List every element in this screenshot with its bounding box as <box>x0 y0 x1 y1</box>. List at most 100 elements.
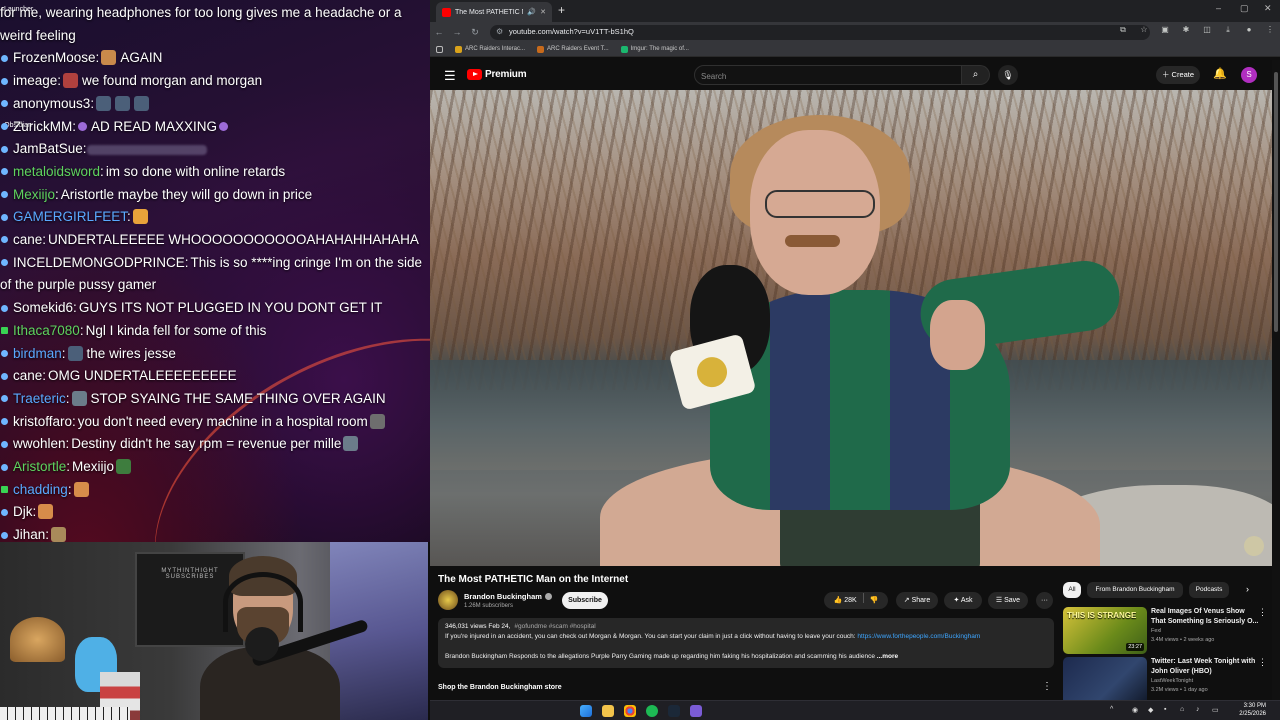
chat-username[interactable]: INCELDEMONGODPRINCE <box>13 255 185 270</box>
sidebar-icon[interactable]: ◫ <box>1201 25 1213 35</box>
spotify-icon[interactable] <box>646 705 658 717</box>
subscribe-button[interactable]: Subscribe <box>562 592 608 609</box>
chat-username[interactable]: kristoffaro <box>13 414 72 429</box>
install-app-icon[interactable]: ⧉ <box>1117 25 1129 35</box>
download-icon[interactable]: ⤓ <box>1222 25 1234 35</box>
like-button[interactable]: 👍 28K <box>834 597 857 604</box>
channel-name[interactable]: Brandon Buckingham <box>464 592 552 601</box>
youtube-premium-logo[interactable]: Premium <box>467 69 527 80</box>
chat-username[interactable]: Aristortle <box>13 459 66 474</box>
maximize-button[interactable]: ▢ <box>1240 3 1249 14</box>
bookmark-arc-raiders-interactive[interactable]: ARC Raiders Interac... <box>455 45 525 53</box>
site-info-icon[interactable]: ⚙ <box>496 27 503 36</box>
description-box[interactable]: 346,031 views Feb 24, #gofundme #scam #ho… <box>438 618 1054 668</box>
sponsor-link[interactable]: https://www.forthepeople.com/Buckingham <box>857 633 980 640</box>
forward-arrow-icon[interactable]: → <box>448 27 466 37</box>
hamburger-menu-icon[interactable]: ☰ <box>444 68 456 84</box>
page-scrollbar[interactable] <box>1272 60 1280 700</box>
tray-chevron-icon[interactable]: ^ <box>1110 706 1113 713</box>
chip-all[interactable]: All <box>1063 582 1081 598</box>
account-avatar[interactable]: S <box>1241 67 1257 83</box>
recommended-channel[interactable]: LastWeekTonight <box>1151 678 1193 684</box>
chat-username[interactable]: Jihan <box>13 527 45 542</box>
chip-from-channel[interactable]: From Brandon Buckingham <box>1087 582 1183 598</box>
share-button[interactable]: ↗ Share <box>896 592 938 609</box>
tray-app-icon[interactable]: ◉ <box>1132 706 1138 714</box>
channel-watermark-icon[interactable] <box>1244 536 1264 556</box>
window-close-button[interactable]: ✕ <box>1264 3 1272 14</box>
channel-store-link[interactable]: Shop the Brandon Buckingham store <box>438 684 562 691</box>
extension-icon[interactable]: ▣ <box>1159 25 1171 35</box>
ask-button[interactable]: ✦ Ask <box>944 592 982 609</box>
notifications-bell-icon[interactable]: 🔔 <box>1213 67 1227 80</box>
recommended-video[interactable]: THIS IS STRANGE 23:27 Real Images Of Ven… <box>1063 607 1267 655</box>
tray-app-icon[interactable]: ▪ <box>1164 706 1166 713</box>
apps-grid-icon[interactable] <box>436 45 443 53</box>
new-tab-button[interactable]: + <box>558 3 565 17</box>
address-url[interactable]: youtube.com/watch?v=uV1TT-bS1hQ <box>509 27 634 36</box>
tab-close-icon[interactable]: ✕ <box>540 8 546 16</box>
voice-search-button[interactable]: 🎙 <box>998 65 1018 85</box>
extensions-puzzle-icon[interactable]: ✱ <box>1180 25 1192 35</box>
bookmark-arc-raiders-event[interactable]: ARC Raiders Event T... <box>537 45 609 53</box>
scrollbar-thumb[interactable] <box>1274 72 1278 332</box>
chip-podcasts[interactable]: Podcasts <box>1189 582 1229 598</box>
store-more-icon[interactable]: ⋮ <box>1042 681 1052 692</box>
chat-username[interactable]: Djk <box>13 504 33 519</box>
chat-username[interactable]: anonymous3 <box>13 96 90 111</box>
chat-username[interactable]: chadding <box>13 482 68 497</box>
reload-icon[interactable]: ↻ <box>466 27 484 38</box>
chrome-icon[interactable] <box>624 705 636 717</box>
battery-icon[interactable]: ▭ <box>1212 706 1219 714</box>
more-vert-icon[interactable]: ⋮ <box>1258 657 1267 668</box>
chat-username[interactable]: JamBatSue <box>13 141 83 156</box>
chat-username[interactable]: ZurickMM <box>13 119 72 134</box>
search-input[interactable] <box>695 67 935 86</box>
chat-username[interactable]: wwohlen <box>13 436 66 451</box>
chat-username[interactable]: imeage <box>13 73 57 88</box>
recommended-video[interactable]: Twitter: Last Week Tonight with John Oli… <box>1063 657 1267 700</box>
menu-dots-icon[interactable]: ⋮ <box>1264 25 1276 35</box>
chat-username[interactable]: metaloidsword <box>13 164 100 179</box>
video-thumbnail[interactable]: THIS IS STRANGE 23:27 <box>1063 607 1147 654</box>
recommended-title[interactable]: Twitter: Last Week Tonight with John Oli… <box>1151 657 1259 676</box>
system-clock[interactable]: 3:30 PM 2/25/2026 <box>1239 702 1266 718</box>
more-actions-button[interactable]: ··· <box>1036 592 1053 609</box>
chat-username[interactable]: FrozenMoose <box>13 50 96 65</box>
chat-username[interactable]: Somekid6 <box>13 300 73 315</box>
channel-avatar[interactable] <box>438 590 458 610</box>
chat-username[interactable]: Ithaca7080 <box>13 323 80 338</box>
video-player[interactable] <box>430 90 1272 566</box>
recommended-channel[interactable]: Fexl <box>1151 628 1161 634</box>
bookmark-star-icon[interactable]: ☆ <box>1138 25 1150 35</box>
chevron-right-icon[interactable]: › <box>1246 584 1249 594</box>
more-vert-icon[interactable]: ⋮ <box>1258 607 1267 618</box>
create-button[interactable]: ＋ Create <box>1156 66 1200 84</box>
bookmark-imgur[interactable]: Imgur: The magic of... <box>620 45 689 53</box>
volume-icon[interactable]: ♪ <box>1196 706 1200 713</box>
chat-username[interactable]: Traeteric <box>13 391 66 406</box>
chat-username[interactable]: GAMERGIRLFEET <box>13 209 127 224</box>
chat-username[interactable]: birdman <box>13 346 62 361</box>
search-button[interactable]: ⌕ <box>962 65 990 85</box>
tab-youtube-video[interactable]: The Most PATHETIC Man on th 🔊 ✕ <box>436 2 552 22</box>
file-explorer-icon[interactable] <box>602 705 614 717</box>
save-button[interactable]: ☰ Save <box>988 592 1028 609</box>
speaker-icon[interactable]: 🔊 <box>527 8 536 16</box>
obsidian-icon[interactable] <box>690 705 702 717</box>
video-thumbnail[interactable] <box>1063 657 1147 700</box>
tray-app-icon[interactable]: ◆ <box>1148 706 1153 714</box>
thumbs-down-icon[interactable]: 👎 <box>870 597 879 604</box>
address-bar[interactable]: ⚙ youtube.com/watch?v=uV1TT-bS1hQ <box>490 25 1150 40</box>
back-arrow-icon[interactable]: ← <box>430 27 448 37</box>
windows-start-icon[interactable] <box>580 705 592 717</box>
recommended-title[interactable]: Real Images Of Venus Show That Something… <box>1151 607 1259 626</box>
network-icon[interactable]: ⌂ <box>1180 706 1184 713</box>
show-more-link[interactable]: ...more <box>877 653 898 660</box>
chat-username[interactable]: cane <box>13 368 42 383</box>
chat-username[interactable]: Mexiijo <box>13 187 55 202</box>
hashtags[interactable]: #gofundme #scam #hospital <box>514 623 595 630</box>
steam-icon[interactable] <box>668 705 680 717</box>
chat-username[interactable]: cane <box>13 232 42 247</box>
profile-icon[interactable]: ● <box>1243 25 1255 35</box>
